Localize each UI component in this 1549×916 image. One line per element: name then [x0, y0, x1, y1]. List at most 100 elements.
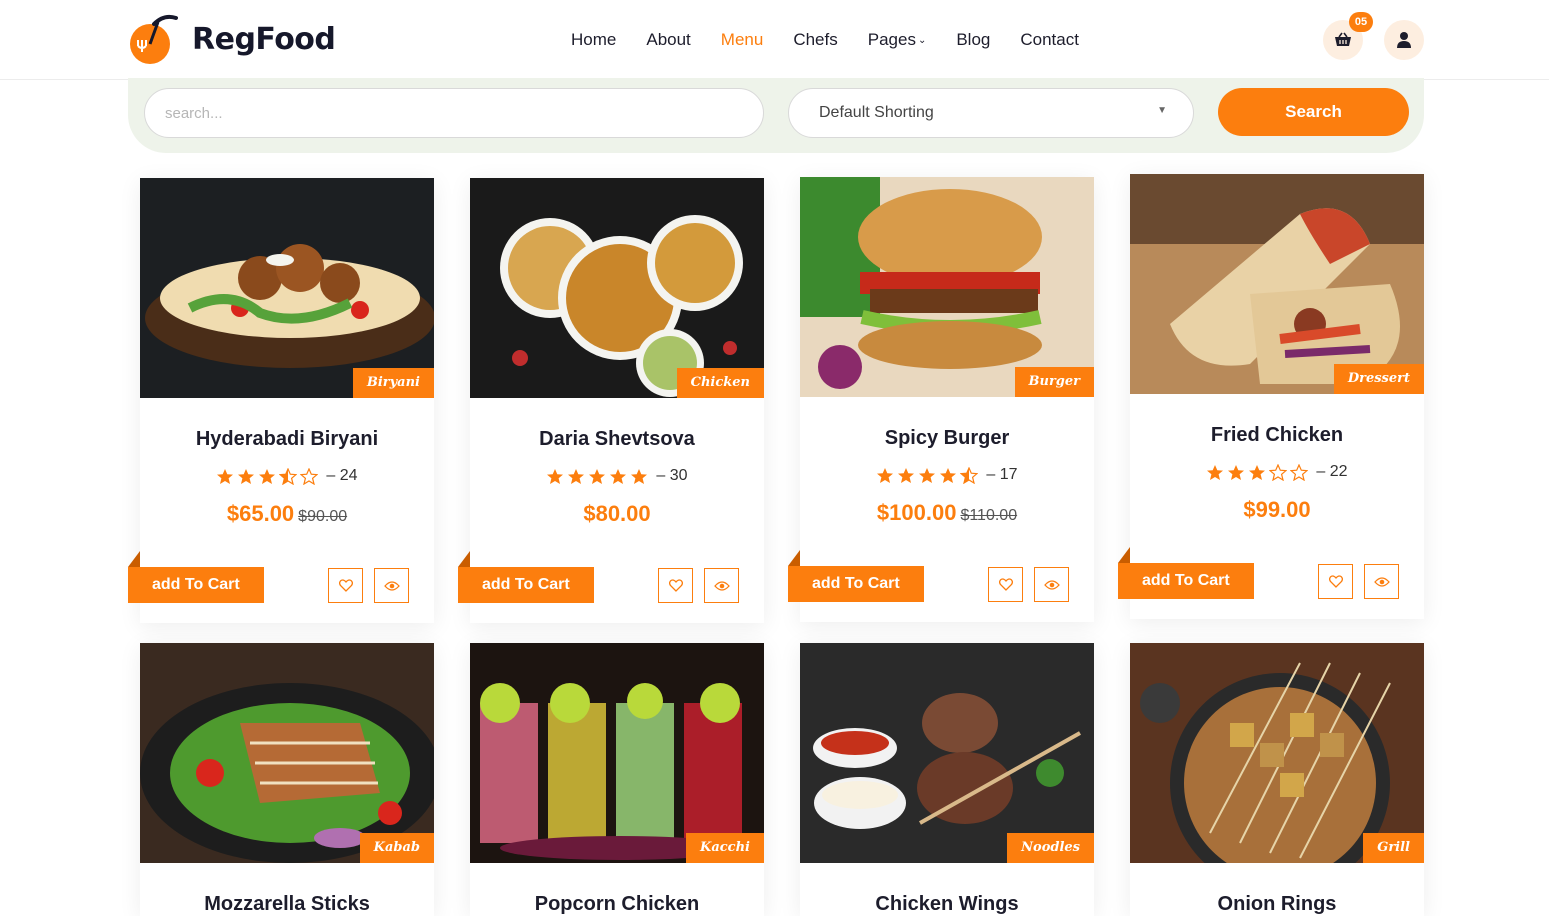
- add-to-cart-button[interactable]: add To Cart: [458, 551, 594, 603]
- price-row: $99.00: [1130, 497, 1424, 523]
- cart-count-badge: 05: [1349, 12, 1373, 32]
- quick-view-button[interactable]: [704, 568, 739, 603]
- nav-menu[interactable]: Menu: [706, 0, 779, 80]
- product-name[interactable]: Mozzarella Sticks: [140, 893, 434, 916]
- product-price: $99.00: [1243, 497, 1311, 522]
- product-name[interactable]: Daria Shevtsova: [470, 428, 764, 451]
- heart-icon: [668, 579, 683, 592]
- card-actions: add To Cart: [1118, 543, 1424, 619]
- wishlist-button[interactable]: [328, 568, 363, 603]
- product-name[interactable]: Chicken Wings: [800, 893, 1094, 916]
- nav-chefs[interactable]: Chefs: [778, 0, 852, 80]
- review-count-prefix: –: [1316, 463, 1330, 480]
- product-name[interactable]: Hyderabadi Biryani: [140, 428, 434, 451]
- eye-icon: [1043, 579, 1060, 590]
- product-image[interactable]: [1130, 174, 1424, 394]
- quick-view-button[interactable]: [1034, 567, 1069, 602]
- rating-stars: [876, 466, 979, 484]
- product-image[interactable]: [470, 643, 764, 863]
- product-rating: – 24: [140, 467, 434, 485]
- nav-pages-label: Pages: [867, 30, 916, 49]
- sort-select[interactable]: Default Shorting ▼: [788, 88, 1194, 138]
- heart-icon: [1328, 575, 1343, 588]
- chevron-down-icon: ⌄: [917, 35, 927, 46]
- product-card[interactable]: Biryani Hyderabadi Biryani – 24 $65.00 $90.0…: [128, 178, 434, 623]
- basket-icon: [1335, 32, 1351, 46]
- category-tag[interactable]: Burger: [1014, 367, 1094, 397]
- star-icon: [547, 468, 564, 484]
- nav-home[interactable]: Home: [556, 0, 631, 80]
- product-image[interactable]: [140, 643, 434, 863]
- review-count: 17: [999, 466, 1018, 483]
- star-icon: [1290, 463, 1309, 481]
- product-card[interactable]: Grill Onion Rings: [1130, 643, 1424, 916]
- heart-icon: [998, 578, 1013, 591]
- star-icon: [217, 468, 234, 484]
- category-tag[interactable]: Noodles: [1007, 833, 1094, 863]
- product-card[interactable]: Chicken Daria Shevtsova – 30 $80.00 add To …: [458, 178, 764, 623]
- card-actions: add To Cart: [458, 547, 764, 623]
- product-card[interactable]: Noodles Chicken Wings: [800, 643, 1094, 916]
- price-row: $80.00: [470, 501, 764, 527]
- category-tag[interactable]: Chicken: [676, 368, 764, 398]
- product-image[interactable]: [800, 177, 1094, 397]
- star-icon: [279, 467, 298, 485]
- product-name[interactable]: Onion Rings: [1130, 893, 1424, 916]
- wishlist-button[interactable]: [988, 567, 1023, 602]
- category-tag[interactable]: Dressert: [1333, 364, 1424, 394]
- search-button[interactable]: Search: [1218, 88, 1409, 136]
- nav-about[interactable]: About: [631, 0, 705, 80]
- star-icon: [919, 467, 936, 483]
- add-to-cart-button[interactable]: add To Cart: [1118, 547, 1254, 599]
- product-name[interactable]: Spicy Burger: [800, 427, 1094, 450]
- star-icon: [940, 467, 957, 483]
- review-count: 24: [339, 467, 358, 484]
- review-count: 22: [1329, 463, 1348, 480]
- nav-contact[interactable]: Contact: [1005, 0, 1094, 80]
- star-icon: [1249, 464, 1266, 480]
- star-icon: [238, 468, 255, 484]
- star-icon: [1207, 464, 1224, 480]
- product-image[interactable]: [800, 643, 1094, 863]
- product-name[interactable]: Popcorn Chicken: [470, 893, 764, 916]
- price-row: $65.00 $90.00: [140, 501, 434, 527]
- add-to-cart-button[interactable]: add To Cart: [788, 550, 924, 602]
- brand-name: RegFood: [192, 21, 336, 57]
- category-tag[interactable]: Biryani: [352, 368, 434, 398]
- sort-select-value: Default Shorting: [819, 104, 934, 121]
- product-image[interactable]: [470, 178, 764, 398]
- product-image[interactable]: [140, 178, 434, 398]
- review-count: 30: [669, 467, 688, 484]
- nav-blog[interactable]: Blog: [941, 0, 1005, 80]
- product-card[interactable]: Kacchi Popcorn Chicken: [470, 643, 764, 916]
- main-nav: Home About Menu Chefs Pages ⌄ Blog Contac…: [556, 0, 1094, 80]
- product-price: $100.00: [876, 500, 957, 525]
- product-name[interactable]: Fried Chicken: [1130, 424, 1424, 447]
- review-count-prefix: –: [986, 466, 1000, 483]
- star-icon: [960, 466, 979, 484]
- eye-icon: [1373, 576, 1390, 587]
- wishlist-button[interactable]: [1318, 564, 1353, 599]
- product-old-price: $90.00: [298, 508, 348, 525]
- search-input[interactable]: [144, 88, 764, 138]
- category-tag[interactable]: Grill: [1363, 833, 1424, 863]
- product-card[interactable]: Dressert Fried Chicken – 22 $99.00 add To C…: [1118, 174, 1424, 619]
- heart-icon: [338, 579, 353, 592]
- star-icon: [631, 468, 648, 484]
- product-image[interactable]: [1130, 643, 1424, 863]
- product-card[interactable]: Burger Spicy Burger – 17 $100.00 $110.00 add…: [788, 177, 1094, 622]
- star-icon: [1269, 463, 1288, 481]
- category-tag[interactable]: Kacchi: [686, 833, 764, 863]
- rating-stars: [1206, 463, 1309, 481]
- user-account-button[interactable]: [1384, 20, 1424, 60]
- add-to-cart-button[interactable]: add To Cart: [128, 551, 264, 603]
- product-rating: – 17: [800, 466, 1094, 484]
- product-card[interactable]: Kabab Mozzarella Sticks: [140, 643, 434, 916]
- quick-view-button[interactable]: [1364, 564, 1399, 599]
- wishlist-button[interactable]: [658, 568, 693, 603]
- nav-pages[interactable]: Pages ⌄: [853, 0, 942, 80]
- rating-stars: [216, 467, 319, 485]
- brand-logo[interactable]: RegFood: [128, 12, 336, 66]
- category-tag[interactable]: Kabab: [359, 833, 434, 863]
- quick-view-button[interactable]: [374, 568, 409, 603]
